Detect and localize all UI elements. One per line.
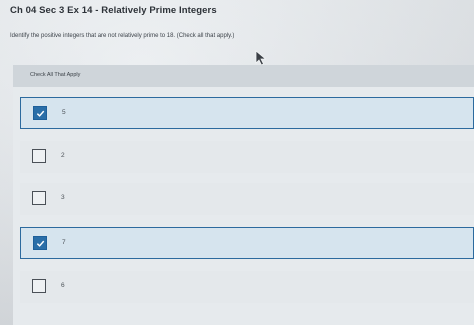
answer-option-label: 6 bbox=[61, 282, 65, 289]
answer-checkbox[interactable] bbox=[32, 279, 46, 293]
answer-option-label: 7 bbox=[62, 239, 66, 246]
answer-option[interactable]: 5 bbox=[20, 97, 474, 129]
panel-header: Check All That Apply bbox=[13, 65, 474, 87]
check-all-label: Check All That Apply bbox=[30, 72, 81, 78]
answer-checkbox[interactable] bbox=[33, 106, 47, 120]
check-icon bbox=[36, 110, 45, 117]
answer-option[interactable]: 2 bbox=[20, 141, 474, 173]
answer-option-label: 3 bbox=[61, 194, 65, 201]
check-icon bbox=[36, 240, 45, 247]
answer-option-label: 5 bbox=[62, 109, 66, 116]
answer-panel: Check All That Apply 5 2 3 7 6 bbox=[13, 65, 474, 325]
mouse-cursor-icon bbox=[255, 50, 267, 66]
answer-checkbox[interactable] bbox=[32, 149, 46, 163]
answer-option[interactable]: 6 bbox=[20, 271, 474, 303]
answer-option[interactable]: 7 bbox=[20, 227, 474, 259]
answer-checkbox[interactable] bbox=[33, 236, 47, 250]
answer-option[interactable]: 3 bbox=[20, 183, 474, 215]
page-title: Ch 04 Sec 3 Ex 14 - Relatively Prime Int… bbox=[10, 5, 217, 16]
question-text: Identify the positive integers that are … bbox=[10, 33, 235, 39]
answer-option-label: 2 bbox=[61, 152, 65, 159]
answer-checkbox[interactable] bbox=[32, 191, 46, 205]
